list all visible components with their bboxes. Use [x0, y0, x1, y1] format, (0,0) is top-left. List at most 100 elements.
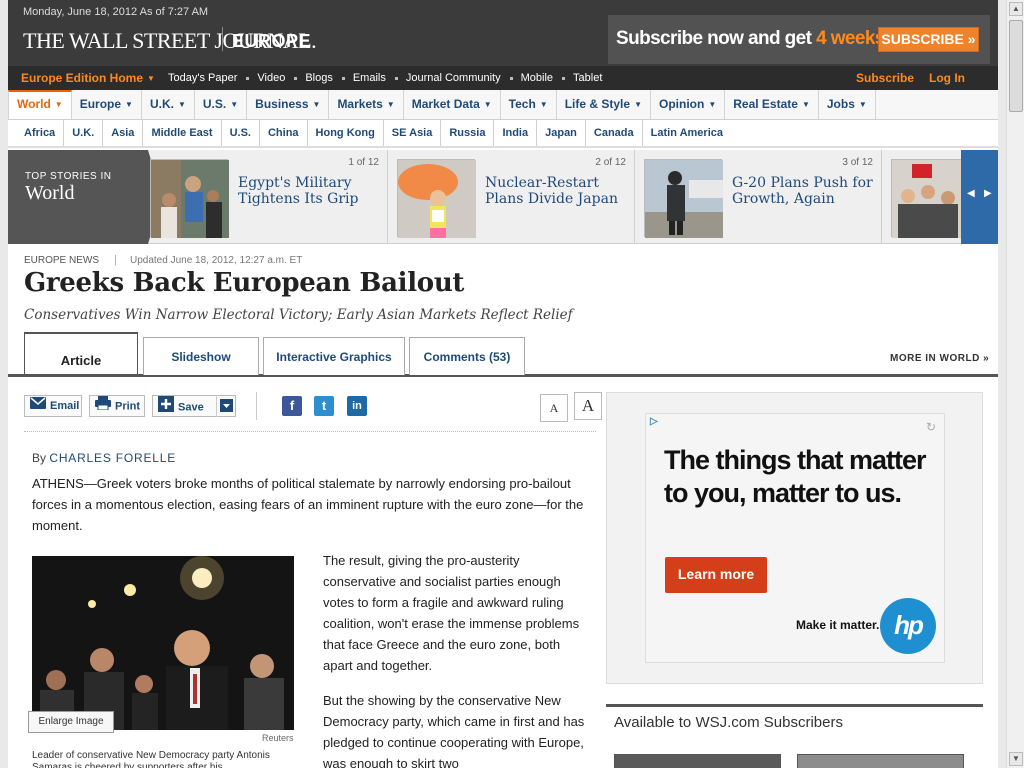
save-label: Save [178, 401, 204, 414]
util-link-todays-paper[interactable]: Today's Paper [168, 72, 237, 84]
region-hong-kong[interactable]: Hong Kong [308, 120, 384, 146]
linkedin-icon[interactable]: in [347, 396, 367, 416]
region-us[interactable]: U.S. [222, 120, 260, 146]
story-card[interactable]: 2 of 12 Nuclear-Restart Plans Divide Jap… [388, 150, 635, 244]
twitter-icon[interactable]: t [314, 396, 334, 416]
article-photo[interactable] [32, 556, 294, 730]
login-link[interactable]: Log In [929, 71, 965, 85]
save-dropdown[interactable] [216, 395, 236, 417]
util-link-journal-community[interactable]: Journal Community [394, 72, 501, 84]
more-in-world-link[interactable]: MORE IN WORLD » [890, 353, 989, 364]
util-link-blogs[interactable]: Blogs [294, 72, 333, 84]
hp-advertisement[interactable]: ▷ ↻ The things that matter to you, matte… [645, 413, 945, 663]
region-japan[interactable]: Japan [537, 120, 586, 146]
nav-label: Life & Style [564, 97, 631, 111]
article-kicker[interactable]: EUROPE NEWS [24, 255, 99, 266]
subscribe-promo[interactable]: Subscribe now and get 4 weeks free SUBSC… [608, 15, 990, 64]
envelope-icon [30, 396, 46, 416]
author-link[interactable]: CHARLES FORELLE [49, 451, 176, 465]
scroll-up-arrow-icon[interactable]: ▲ [1009, 2, 1023, 16]
kicker-divider: | [114, 254, 117, 266]
chevron-down-icon: ▼ [230, 100, 239, 109]
nav-item-market-data[interactable]: Market Data ▼ [404, 90, 501, 119]
subscriber-thumbnail[interactable] [614, 754, 781, 768]
byline-prefix: By [32, 451, 47, 465]
nav-item-jobs[interactable]: Jobs ▼ [819, 90, 876, 119]
nav-item-world[interactable]: World ▼ [8, 90, 72, 119]
story-thumbnail[interactable] [891, 159, 962, 238]
print-button[interactable]: Print [89, 395, 145, 417]
util-link-emails[interactable]: Emails [341, 72, 386, 84]
nav-item-opinion[interactable]: Opinion ▼ [651, 90, 726, 119]
top-stories-small-label: TOP STORIES IN [25, 171, 112, 182]
facebook-icon[interactable]: f [282, 396, 302, 416]
utility-bar: Europe Edition Home ▼ Today's Paper Video… [8, 66, 998, 90]
tab-slideshow[interactable]: Slideshow [143, 337, 259, 375]
chevron-down-icon: ▼ [54, 100, 63, 109]
region-china[interactable]: China [260, 120, 308, 146]
top-stories-carousel: TOP STORIES IN World 1 of 12 Egypt's Mil… [8, 150, 998, 244]
story-title[interactable]: Egypt's Military Tightens Its Grip [238, 175, 383, 207]
learn-more-button[interactable]: Learn more [665, 557, 767, 593]
story-thumbnail[interactable] [397, 159, 476, 238]
tab-interactive-graphics[interactable]: Interactive Graphics [263, 337, 405, 375]
story-card[interactable]: 3 of 12 G-20 Plans Push for Growth, Agai… [635, 150, 882, 244]
region-africa[interactable]: Africa [8, 120, 65, 146]
util-link-video[interactable]: Video [246, 72, 285, 84]
region-uk[interactable]: U.K. [64, 120, 104, 146]
region-russia[interactable]: Russia [441, 120, 495, 146]
nav-item-business[interactable]: Business ▼ [247, 90, 330, 119]
logo-divider [222, 27, 223, 51]
subscriber-thumbnail[interactable] [797, 754, 964, 768]
scrollbar-thumb[interactable] [1009, 20, 1023, 112]
region-nav: Africa U.K. Asia Middle East U.S. China … [8, 120, 998, 148]
nav-label: Europe [79, 97, 122, 111]
nav-item-uk[interactable]: U.K. ▼ [142, 90, 195, 119]
font-size-increase-button[interactable]: A [574, 392, 602, 420]
vertical-scrollbar[interactable]: ▲ ▼ [1006, 0, 1024, 768]
story-title[interactable]: Nuclear-Restart Plans Divide Japan [485, 175, 630, 207]
save-button[interactable]: Save [152, 395, 236, 417]
plus-icon [158, 396, 174, 419]
edition-home-link[interactable]: Europe Edition Home ▼ [21, 71, 155, 85]
email-button[interactable]: Email [24, 395, 82, 417]
tab-comments[interactable]: Comments (53) [409, 337, 525, 375]
region-asia[interactable]: Asia [103, 120, 144, 146]
arrow-right-icon[interactable]: ▶ [984, 188, 992, 199]
nav-item-europe[interactable]: Europe ▼ [72, 90, 142, 119]
region-canada[interactable]: Canada [586, 120, 643, 146]
story-thumbnail[interactable] [644, 159, 723, 238]
nav-item-real-estate[interactable]: Real Estate ▼ [725, 90, 819, 119]
enlarge-image-button[interactable]: Enlarge Image [28, 711, 114, 733]
region-se-asia[interactable]: SE Asia [384, 120, 442, 146]
nav-item-us[interactable]: U.S. ▼ [195, 90, 248, 119]
nav-item-markets[interactable]: Markets ▼ [329, 90, 404, 119]
story-card[interactable]: 1 of 12 Egypt's Military Tightens Its Gr… [141, 150, 388, 244]
story-card-partial[interactable] [882, 150, 962, 244]
chevron-down-icon: ▼ [125, 100, 133, 109]
subscribe-link[interactable]: Subscribe [856, 71, 914, 85]
story-title[interactable]: G-20 Plans Push for Growth, Again [732, 175, 877, 207]
article-timestamp: Updated June 18, 2012, 12:27 a.m. ET [130, 255, 303, 266]
replay-icon[interactable]: ↻ [926, 420, 936, 434]
region-middle-east[interactable]: Middle East [143, 120, 222, 146]
nav-item-life-style[interactable]: Life & Style ▼ [557, 90, 651, 119]
util-link-tablet[interactable]: Tablet [562, 72, 602, 84]
subscribe-button[interactable]: SUBSCRIBE » [878, 27, 979, 52]
font-size-decrease-button[interactable]: A [540, 394, 568, 422]
nav-item-tech[interactable]: Tech ▼ [501, 90, 557, 119]
adchoices-icon[interactable]: ▷ [650, 416, 658, 427]
arrow-left-icon[interactable]: ◀ [967, 188, 975, 199]
masthead: Monday, June 18, 2012 As of 7:27 AM THE … [8, 0, 998, 66]
wsj-page: Monday, June 18, 2012 As of 7:27 AM THE … [8, 0, 998, 768]
tab-article[interactable]: Article [24, 332, 138, 374]
util-link-mobile[interactable]: Mobile [509, 72, 553, 84]
story-thumbnail[interactable] [150, 159, 229, 238]
article-paragraph: ATHENS—Greek voters broke months of poli… [32, 476, 584, 533]
region-india[interactable]: India [494, 120, 538, 146]
article-paragraph: The result, giving the pro-austerity con… [323, 553, 580, 673]
region-latin-america[interactable]: Latin America [643, 120, 731, 146]
edition-home-label: Europe Edition Home [21, 71, 144, 85]
ad-headline: The things that matter to you, matter to… [664, 445, 927, 508]
scroll-down-arrow-icon[interactable]: ▼ [1009, 752, 1023, 766]
